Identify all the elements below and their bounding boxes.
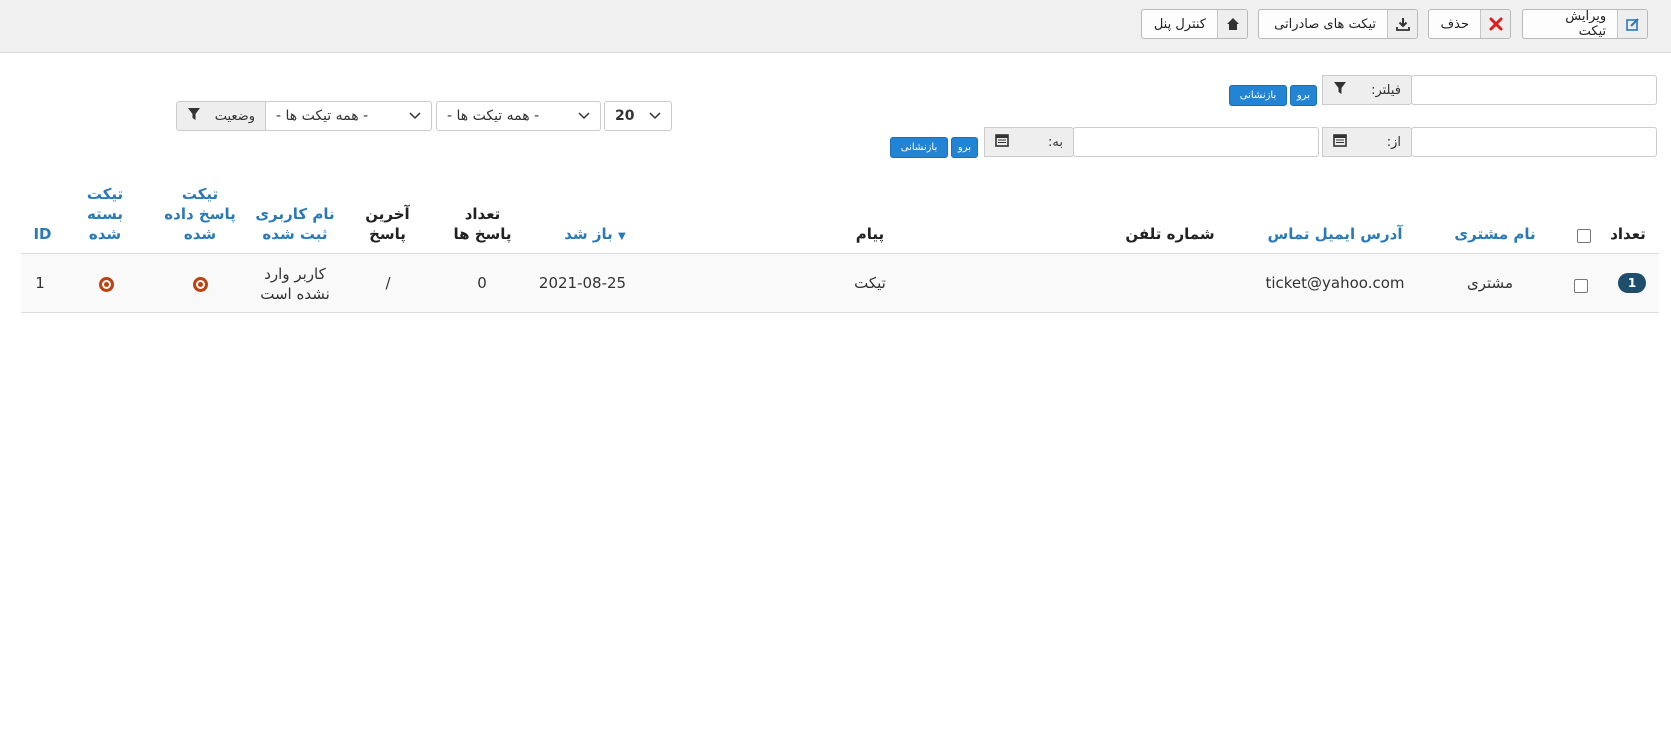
row-opened-date: 2021-08-25 bbox=[538, 274, 627, 292]
header-username-line1: نام کاربری bbox=[255, 205, 335, 223]
header-answered-line3: شده bbox=[183, 225, 217, 243]
answered-status-icon[interactable] bbox=[193, 277, 208, 292]
closed-status-icon[interactable] bbox=[99, 277, 114, 292]
filter-label: فیلتر: bbox=[1371, 82, 1401, 98]
from-label: از: bbox=[1386, 134, 1401, 150]
header-username-line2: ثبت شده bbox=[262, 225, 328, 243]
header-answered-line1: تیکت bbox=[181, 185, 219, 203]
delete-label: حذف bbox=[1440, 16, 1469, 32]
filter-label-addon: فیلتر: bbox=[1322, 75, 1412, 105]
header-reply-count-line1: تعداد bbox=[464, 205, 501, 223]
header-closed-line3: شده bbox=[88, 225, 122, 243]
page-size-value: 20 bbox=[615, 108, 635, 124]
header-reply-count-line2: پاسخ ها bbox=[453, 225, 512, 243]
close-icon bbox=[1480, 10, 1510, 38]
header-email[interactable]: آدرس ایمیل تماس bbox=[1260, 224, 1410, 244]
delete-button[interactable]: حذف bbox=[1428, 9, 1511, 39]
header-opened[interactable]: ▼ باز شد bbox=[555, 224, 635, 247]
home-icon bbox=[1217, 10, 1247, 38]
chevron-down-icon bbox=[409, 108, 421, 124]
header-last-reply-line1: آخرین bbox=[365, 205, 410, 223]
tickets-select-1[interactable]: - همه تیکت ها - bbox=[436, 101, 601, 131]
tickets-select-1-value: - همه تیکت ها - bbox=[447, 108, 540, 124]
header-customer-name[interactable]: نام مشتری bbox=[1440, 224, 1550, 244]
calendar-icon bbox=[995, 133, 1009, 151]
date-go-button[interactable]: برو bbox=[951, 137, 978, 158]
row-divider bbox=[21, 312, 1659, 313]
header-id[interactable]: ID bbox=[25, 224, 60, 244]
date-reset-button[interactable]: بازنشانی bbox=[890, 137, 948, 158]
to-date-input[interactable] bbox=[1073, 127, 1319, 157]
header-closed-line2: بسته bbox=[86, 205, 124, 223]
filter-go-button[interactable]: برو bbox=[1290, 85, 1317, 106]
status-addon: وضعیت bbox=[176, 101, 266, 131]
header-reply-count: تعداد پاسخ ها bbox=[440, 204, 525, 244]
tickets-select-2-value: - همه تیکت ها - bbox=[276, 108, 369, 124]
page-size-select[interactable]: 20 bbox=[604, 101, 672, 131]
header-opened-label: باز شد bbox=[564, 225, 613, 243]
row-last-reply: / bbox=[385, 274, 391, 292]
from-date-addon[interactable]: از: bbox=[1322, 127, 1412, 157]
header-closed-line1: تیکت bbox=[86, 185, 124, 203]
to-date-addon[interactable]: به: bbox=[984, 127, 1074, 157]
calendar-icon bbox=[1333, 133, 1347, 151]
sort-desc-icon: ▼ bbox=[618, 231, 626, 242]
header-count: تعداد bbox=[1610, 225, 1646, 243]
select-all-checkbox[interactable] bbox=[1577, 229, 1591, 243]
row-username: کاربر وارد نشده است bbox=[245, 264, 345, 304]
header-answered-line2: پاسخ داده bbox=[164, 205, 236, 223]
header-closed[interactable]: تیکت بسته شده bbox=[75, 184, 135, 244]
header-answered[interactable]: تیکت پاسخ داده شده bbox=[155, 184, 245, 244]
from-date-input[interactable] bbox=[1411, 127, 1657, 157]
row-message: تیکت bbox=[854, 274, 886, 292]
header-message: پیام bbox=[855, 225, 885, 243]
row-customer-name: مشتری bbox=[1467, 274, 1513, 292]
row-username-line1: کاربر وارد bbox=[264, 265, 326, 283]
row-count-badge: 1 bbox=[1618, 273, 1646, 293]
status-label: وضعیت bbox=[214, 108, 255, 124]
toolbar: ویرایش تیکت حذف تیکت های صادراتی کنترل پ… bbox=[0, 0, 1671, 53]
filter-icon bbox=[1333, 81, 1347, 99]
download-icon bbox=[1387, 10, 1417, 38]
export-tickets-button[interactable]: تیکت های صادراتی bbox=[1258, 9, 1418, 39]
row-select-checkbox[interactable] bbox=[1574, 279, 1588, 293]
to-label: به: bbox=[1048, 134, 1063, 150]
row-username-line2: نشده است bbox=[260, 285, 330, 303]
filter-icon bbox=[187, 107, 201, 125]
tickets-select-2[interactable]: - همه تیکت ها - bbox=[265, 101, 432, 131]
header-last-reply-line2: پاسخ bbox=[369, 225, 406, 243]
edit-ticket-label: ویرایش تیکت bbox=[1565, 9, 1607, 39]
header-last-reply: آخرین پاسخ bbox=[355, 204, 420, 244]
filter-reset-button[interactable]: بازنشانی bbox=[1229, 85, 1287, 106]
edit-icon bbox=[1617, 10, 1647, 38]
control-panel-label: کنترل پنل bbox=[1153, 16, 1206, 32]
header-username[interactable]: نام کاربری ثبت شده bbox=[250, 204, 340, 244]
chevron-down-icon bbox=[649, 108, 661, 124]
export-tickets-label: تیکت های صادراتی bbox=[1274, 16, 1376, 32]
header-phone: شماره تلفن bbox=[1125, 225, 1215, 243]
edit-ticket-button[interactable]: ویرایش تیکت bbox=[1522, 9, 1648, 39]
control-panel-button[interactable]: کنترل پنل bbox=[1141, 9, 1248, 39]
filter-search-input[interactable] bbox=[1411, 75, 1657, 105]
chevron-down-icon bbox=[578, 108, 590, 124]
row-id: 1 bbox=[35, 274, 45, 292]
row-email: ticket@yahoo.com bbox=[1265, 274, 1405, 292]
row-reply-count: 0 bbox=[477, 274, 487, 292]
